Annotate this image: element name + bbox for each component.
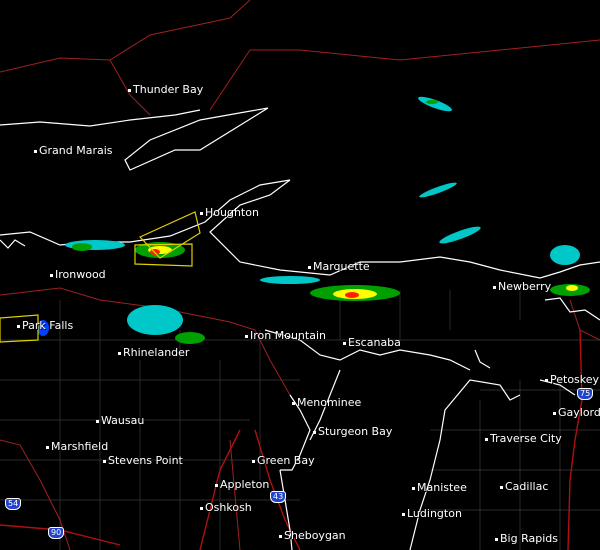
interstate-75-shield: 75: [577, 388, 594, 400]
city-oshkosh: Oshkosh: [200, 502, 252, 514]
city-marker-icon: [34, 149, 37, 153]
city-appleton: Appleton: [215, 479, 269, 491]
radar-echoes: [37, 96, 590, 344]
city-marker-icon: [96, 419, 99, 423]
city-stevens-point: Stevens Point: [103, 455, 183, 467]
city-marker-icon: [215, 483, 218, 487]
city-marker-icon: [17, 324, 20, 328]
city-marquette: Marquette: [308, 261, 370, 273]
city-sturgeon-bay: Sturgeon Bay: [313, 426, 392, 438]
city-marker-icon: [292, 401, 295, 405]
city-petoskey: Petoskey: [545, 374, 599, 386]
city-rhinelander: Rhinelander: [118, 347, 189, 359]
city-wausau: Wausau: [96, 415, 144, 427]
city-marker-icon: [313, 430, 316, 434]
city-marker-icon: [200, 506, 203, 510]
city-escanaba: Escanaba: [343, 337, 401, 349]
city-ironwood: Ironwood: [50, 269, 106, 281]
city-manistee: Manistee: [412, 482, 467, 494]
city-houghton: Houghton: [200, 207, 259, 219]
city-marker-icon: [50, 273, 53, 277]
city-marker-icon: [200, 211, 203, 215]
city-grand-marais: Grand Marais: [34, 145, 113, 157]
city-marker-icon: [545, 378, 548, 382]
city-marker-icon: [500, 485, 503, 489]
city-marker-icon: [103, 459, 106, 463]
city-marker-icon: [118, 351, 121, 355]
city-sheboygan: Sheboygan: [279, 530, 346, 542]
city-big-rapids: Big Rapids: [495, 533, 558, 545]
interstate-43-shield: 43: [270, 491, 287, 503]
city-newberry: Newberry: [493, 281, 551, 293]
city-cadillac: Cadillac: [500, 481, 548, 493]
city-marker-icon: [412, 486, 415, 490]
city-marshfield: Marshfield: [46, 441, 108, 453]
city-marker-icon: [279, 534, 282, 538]
city-iron-mountain: Iron Mountain: [245, 330, 326, 342]
city-marker-icon: [252, 459, 255, 463]
city-marker-icon: [245, 334, 248, 338]
city-marker-icon: [46, 445, 49, 449]
city-park-falls: Park Falls: [17, 320, 73, 332]
city-green-bay: Green Bay: [252, 455, 315, 467]
radar-map[interactable]: Thunder Bay Grand Marais Houghton Ironwo…: [0, 0, 600, 550]
city-menominee: Menominee: [292, 397, 361, 409]
city-thunder-bay: Thunder Bay: [128, 84, 203, 96]
city-marker-icon: [553, 411, 556, 415]
city-marker-icon: [493, 285, 496, 289]
interstate-90-shield: 90: [48, 527, 65, 539]
city-marker-icon: [402, 512, 405, 516]
interstate-54-shield: 54: [5, 498, 22, 510]
city-gaylord: Gaylord: [553, 407, 600, 419]
city-marker-icon: [485, 437, 488, 441]
city-marker-icon: [343, 341, 346, 345]
city-marker-icon: [495, 537, 498, 541]
city-ludington: Ludington: [402, 508, 462, 520]
city-traverse-city: Traverse City: [485, 433, 562, 445]
city-marker-icon: [128, 88, 131, 92]
city-marker-icon: [308, 265, 311, 269]
